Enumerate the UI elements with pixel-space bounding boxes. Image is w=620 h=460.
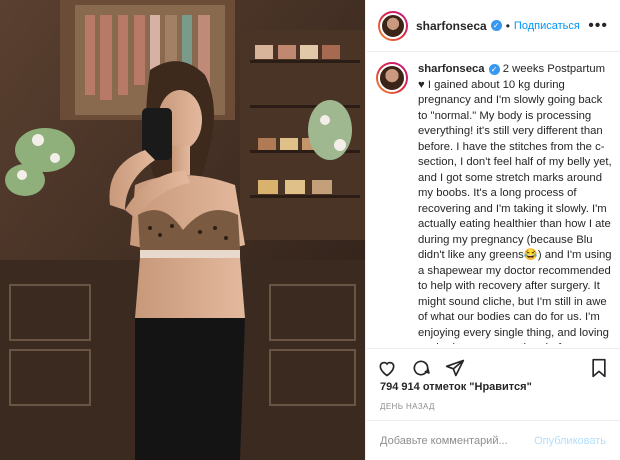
caption-username[interactable]: sharfonseca	[418, 63, 485, 75]
heart-icon[interactable]	[376, 357, 398, 379]
likes-count[interactable]: 794 914 отметок "Нравится"	[380, 381, 532, 393]
verified-icon: ✓	[488, 63, 500, 75]
bookmark-icon[interactable]	[588, 357, 610, 379]
header-username[interactable]: sharfonseca	[416, 19, 487, 33]
more-icon[interactable]: •••	[588, 17, 608, 35]
instagram-post: sharfonseca ✓ • Подписаться ••• sharfons…	[0, 0, 620, 460]
post-header: sharfonseca ✓ • Подписаться •••	[366, 0, 620, 52]
post-sidebar: sharfonseca ✓ • Подписаться ••• sharfons…	[365, 0, 620, 460]
comment-icon[interactable]	[410, 357, 432, 379]
caption-text: sharfonseca ✓ 2 weeks Postpartum ♥ I gain…	[418, 62, 612, 344]
avatar[interactable]	[378, 10, 408, 41]
separator-dot: •	[505, 18, 510, 33]
comment-box: Добавьте комментарий... Опубликовать	[366, 420, 620, 460]
comment-input[interactable]: Добавьте комментарий...	[380, 435, 508, 447]
caption: sharfonseca ✓ 2 weeks Postpartum ♥ I gain…	[376, 62, 612, 344]
post-photo[interactable]	[0, 0, 365, 460]
share-icon[interactable]	[444, 357, 466, 379]
post-timestamp[interactable]: ДЕНЬ НАЗАД	[380, 402, 435, 411]
verified-icon: ✓	[490, 20, 502, 31]
caption-avatar[interactable]	[376, 62, 408, 94]
publish-button[interactable]: Опубликовать	[534, 435, 606, 447]
caption-body: 2 weeks Postpartum ♥ I gained about 10 k…	[418, 63, 612, 344]
photo-illustration	[0, 0, 365, 460]
follow-button[interactable]: Подписаться	[514, 20, 580, 32]
